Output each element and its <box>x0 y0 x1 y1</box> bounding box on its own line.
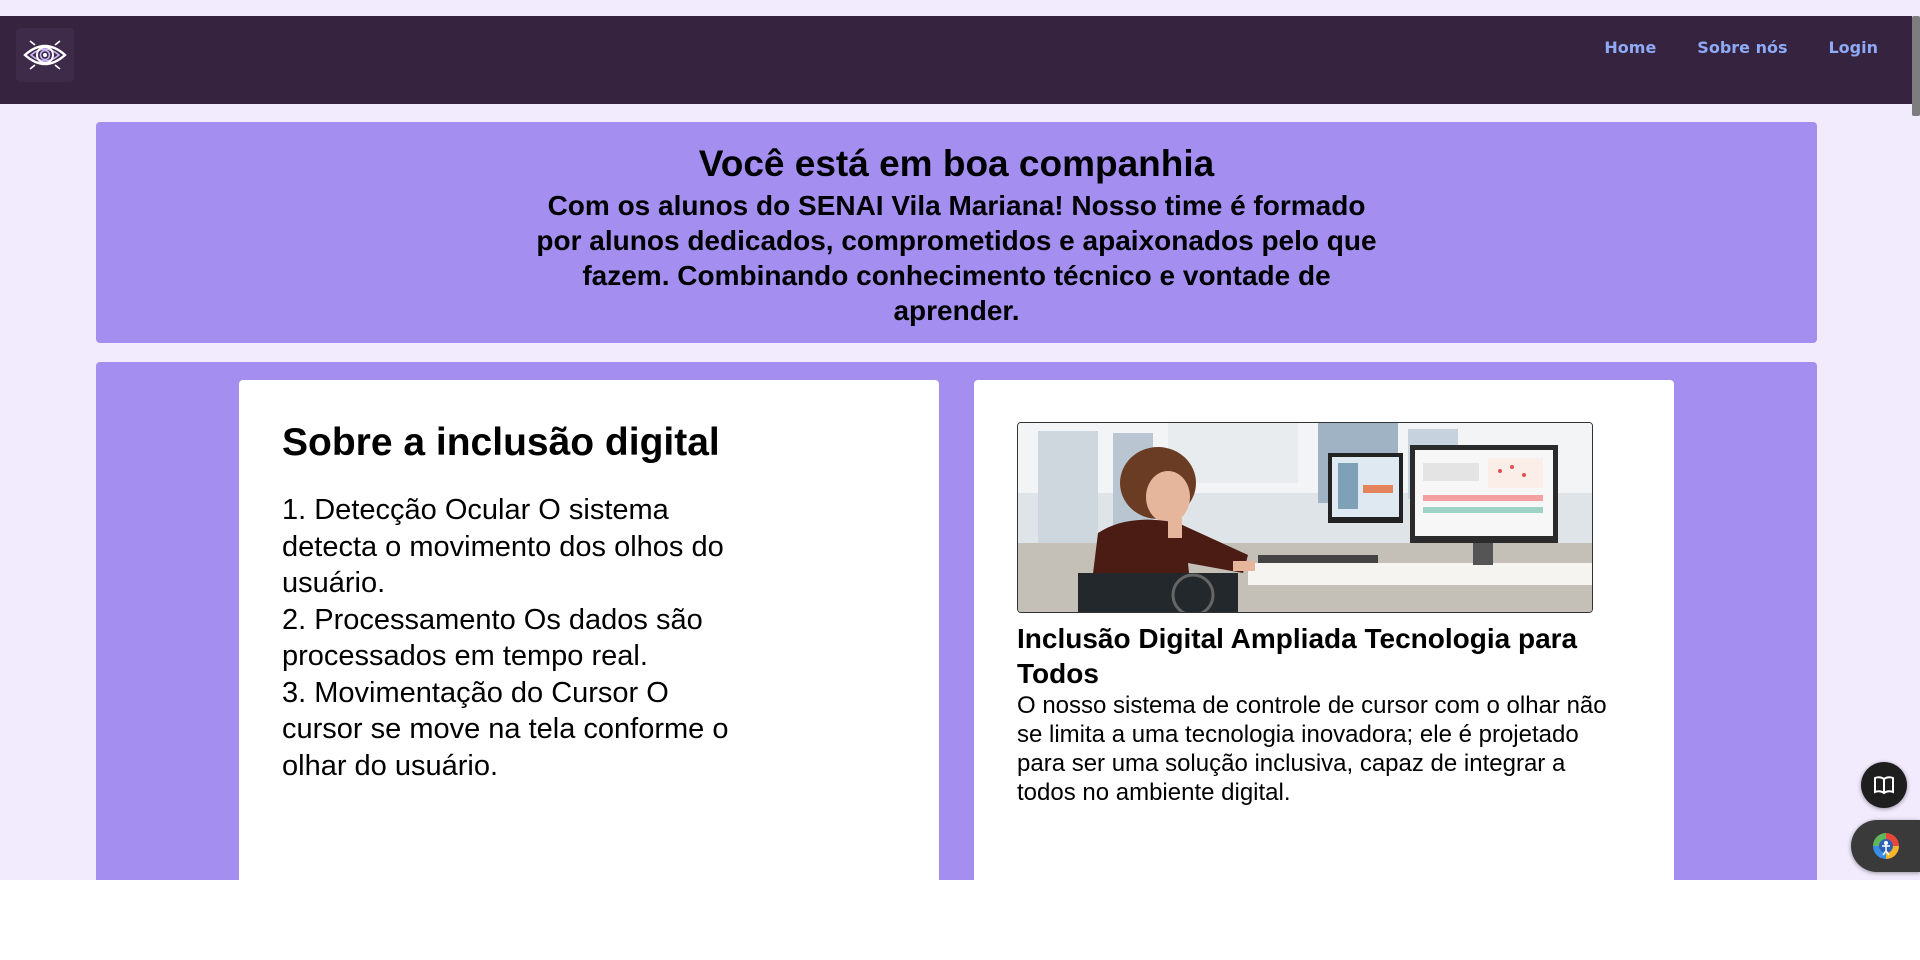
feature-card-title: Inclusão Digital Ampliada Tecnologia par… <box>1017 623 1578 689</box>
page-viewport: Home Sobre nós Login Você está em boa co… <box>0 0 1920 880</box>
feature-card-text: O nosso sistema de controle de cursor co… <box>1017 692 1607 806</box>
about-card-title: Sobre a inclusão digital <box>282 421 720 464</box>
top-navbar: Home Sobre nós Login <box>0 16 1912 104</box>
nav-about-link[interactable]: Sobre nós <box>1697 38 1787 57</box>
step-item: 3. Movimentação do Cursor O cursor se mo… <box>282 676 729 782</box>
eye-logo-icon[interactable] <box>16 28 74 82</box>
main-nav: Home Sobre nós Login <box>1604 38 1878 57</box>
nav-home-link[interactable]: Home <box>1604 38 1656 57</box>
book-icon[interactable] <box>1861 762 1907 808</box>
step-item: 2. Processamento Os dados são processado… <box>282 603 703 673</box>
accessibility-icon[interactable] <box>1851 820 1920 872</box>
content-section: Sobre a inclusão digital 1. Detecção Ocu… <box>96 362 1817 880</box>
step-item: 1. Detecção Ocular O sistema detecta o m… <box>282 494 724 599</box>
page-scrollbar[interactable] <box>1912 0 1920 880</box>
nav-login-link[interactable]: Login <box>1828 38 1878 57</box>
woman-at-computer-photo <box>1017 422 1593 613</box>
hero-title: Você está em boa companhia <box>698 143 1215 184</box>
about-inclusion-card: Sobre a inclusão digital 1. Detecção Ocu… <box>239 380 939 880</box>
hero-text: Com os alunos do SENAI Vila Mariana! Nos… <box>536 190 1377 326</box>
steps-list: 1. Detecção Ocular O sistema detecta o m… <box>282 492 732 784</box>
feature-card: Inclusão Digital Ampliada Tecnologia par… <box>974 380 1674 880</box>
hero-banner: Você está em boa companhia Com os alunos… <box>96 122 1817 343</box>
scrollbar-thumb[interactable] <box>1912 16 1920 116</box>
